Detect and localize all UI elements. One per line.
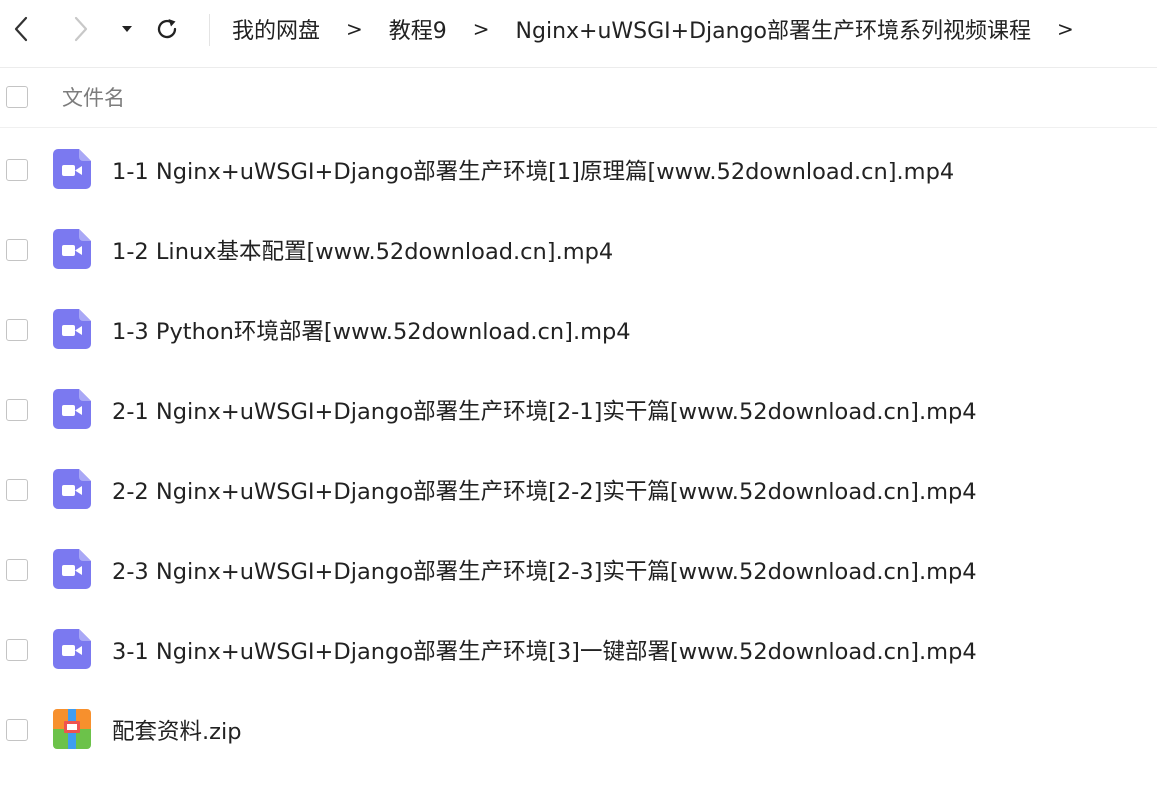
- file-row[interactable]: 1-1 Nginx+uWSGI+Django部署生产环境[1]原理篇[www.5…: [0, 130, 1157, 210]
- file-name[interactable]: 3-1 Nginx+uWSGI+Django部署生产环境[3]一键部署[www.…: [112, 634, 977, 666]
- file-checkbox[interactable]: [6, 239, 28, 261]
- file-list-header: 文件名: [0, 68, 1157, 128]
- file-row[interactable]: 2-2 Nginx+uWSGI+Django部署生产环境[2-2]实干篇[www…: [0, 450, 1157, 530]
- file-checkbox[interactable]: [6, 399, 28, 421]
- history-dropdown-button[interactable]: [114, 15, 140, 43]
- file-checkbox[interactable]: [6, 479, 28, 501]
- video-file-icon: [53, 149, 91, 189]
- file-name[interactable]: 2-1 Nginx+uWSGI+Django部署生产环境[2-1]实干篇[www…: [112, 394, 977, 426]
- breadcrumb-separator: >: [472, 17, 490, 41]
- file-row[interactable]: 配套资料.zip: [0, 690, 1157, 770]
- toolbar: 我的网盘 > 教程9 > Nginx+uWSGI+Django部署生产环境系列视…: [0, 0, 1157, 68]
- file-list: 1-1 Nginx+uWSGI+Django部署生产环境[1]原理篇[www.5…: [0, 130, 1157, 770]
- file-name[interactable]: 1-3 Python环境部署[www.52download.cn].mp4: [112, 314, 631, 346]
- video-file-icon: [53, 389, 91, 429]
- zip-archive-icon: [53, 709, 91, 749]
- chevron-left-icon: [14, 16, 28, 42]
- toolbar-divider: [209, 14, 210, 46]
- file-name[interactable]: 配套资料.zip: [112, 714, 242, 746]
- refresh-icon: [157, 19, 177, 39]
- file-name[interactable]: 1-2 Linux基本配置[www.52download.cn].mp4: [112, 234, 613, 266]
- video-file-icon: [53, 469, 91, 509]
- video-file-icon: [53, 549, 91, 589]
- back-button[interactable]: [8, 15, 34, 43]
- video-file-icon: [53, 229, 91, 269]
- file-row[interactable]: 2-1 Nginx+uWSGI+Django部署生产环境[2-1]实干篇[www…: [0, 370, 1157, 450]
- breadcrumb-item-home[interactable]: 我的网盘: [232, 13, 320, 45]
- file-checkbox[interactable]: [6, 319, 28, 341]
- file-checkbox[interactable]: [6, 559, 28, 581]
- refresh-button[interactable]: [154, 15, 180, 43]
- forward-button[interactable]: [68, 15, 94, 43]
- file-row[interactable]: 1-2 Linux基本配置[www.52download.cn].mp4: [0, 210, 1157, 290]
- breadcrumb-item-current[interactable]: Nginx+uWSGI+Django部署生产环境系列视频课程: [516, 13, 1031, 45]
- filename-column-header[interactable]: 文件名: [62, 82, 125, 112]
- file-name[interactable]: 2-3 Nginx+uWSGI+Django部署生产环境[2-3]实干篇[www…: [112, 554, 977, 586]
- file-row[interactable]: 2-3 Nginx+uWSGI+Django部署生产环境[2-3]实干篇[www…: [0, 530, 1157, 610]
- video-file-icon: [53, 629, 91, 669]
- file-row[interactable]: 3-1 Nginx+uWSGI+Django部署生产环境[3]一键部署[www.…: [0, 610, 1157, 690]
- breadcrumb-separator: >: [1057, 17, 1074, 41]
- video-file-icon: [53, 309, 91, 349]
- file-checkbox[interactable]: [6, 639, 28, 661]
- file-checkbox[interactable]: [6, 159, 28, 181]
- caret-down-icon: [122, 26, 132, 32]
- breadcrumb-item-folder[interactable]: 教程9: [389, 13, 447, 45]
- select-all-checkbox[interactable]: [6, 86, 28, 108]
- breadcrumb: 我的网盘 > 教程9 > Nginx+uWSGI+Django部署生产环境系列视…: [232, 0, 1074, 58]
- chevron-right-icon: [74, 16, 88, 42]
- file-name[interactable]: 1-1 Nginx+uWSGI+Django部署生产环境[1]原理篇[www.5…: [112, 154, 954, 186]
- file-row[interactable]: 1-3 Python环境部署[www.52download.cn].mp4: [0, 290, 1157, 370]
- file-name[interactable]: 2-2 Nginx+uWSGI+Django部署生产环境[2-2]实干篇[www…: [112, 474, 977, 506]
- breadcrumb-separator: >: [346, 17, 363, 41]
- file-checkbox[interactable]: [6, 719, 28, 741]
